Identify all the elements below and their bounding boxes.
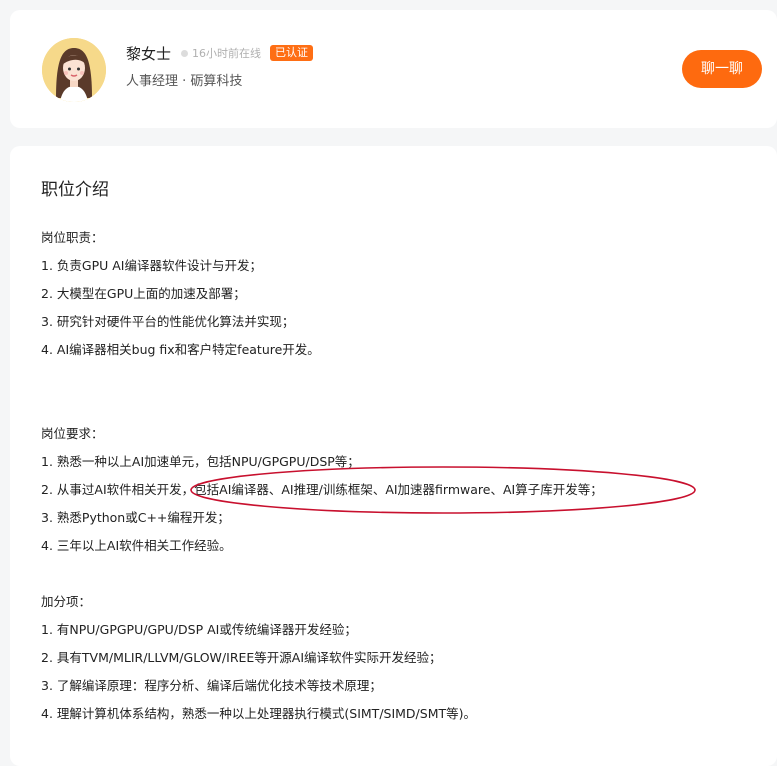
- job-description-card: 职位介绍 岗位职责： 1. 负责GPU AI编译器软件设计与开发； 2. 大模型在G…: [10, 146, 777, 766]
- description-line: 2. 从事过AI软件相关开发，包括AI编译器、AI推理/训练框架、AI加速器fi…: [41, 482, 603, 497]
- description-line: 岗位职责：: [41, 230, 104, 245]
- description-line: 4. AI编译器相关bug fix和客户特定feature开发。: [41, 342, 320, 357]
- description-line: 3. 研究针对硬件平台的性能优化算法并实现；: [41, 314, 295, 329]
- description-line: 1. 熟悉一种以上AI加速单元，包括NPU/GPGPU/DSP等；: [41, 454, 360, 469]
- description-line: 4. 三年以上AI软件相关工作经验。: [41, 538, 232, 553]
- job-description-lines: 岗位职责： 1. 负责GPU AI编译器软件设计与开发； 2. 大模型在GPU上面的…: [41, 224, 603, 728]
- online-status-text: 16小时前在线: [192, 47, 262, 60]
- recruiter-title-company: 人事经理 · 砺算科技: [126, 74, 243, 89]
- description-line: 加分项：: [41, 594, 92, 609]
- recruiter-name-row: 黎女士 16小时前在线 已认证: [126, 43, 314, 63]
- recruiter-name: 黎女士: [126, 44, 172, 63]
- description-line: 2. 具有TVM/MLIR/LLVM/GLOW/IREE等开源AI编译软件实际开…: [41, 650, 442, 665]
- description-line: 2. 大模型在GPU上面的加速及部署；: [41, 286, 246, 301]
- avatar-illustration: [42, 38, 106, 102]
- verified-badge: 已认证: [270, 45, 314, 61]
- description-line: 4. 理解计算机体系结构，熟悉一种以上处理器执行模式(SIMT/SIMD/SMT…: [41, 706, 477, 721]
- description-line: 3. 了解编译原理：程序分析、编译后端优化技术等技术原理；: [41, 678, 382, 693]
- blank-line: [41, 560, 603, 588]
- description-line: 1. 有NPU/GPGPU/GPU/DSP AI或传统编译器开发经验；: [41, 622, 357, 637]
- description-line: 1. 负责GPU AI编译器软件设计与开发；: [41, 258, 262, 273]
- blank-line: [41, 392, 603, 420]
- recruiter-avatar[interactable]: [42, 38, 106, 102]
- blank-line: [41, 364, 603, 392]
- section-title: 职位介绍: [41, 180, 109, 200]
- online-status-dot-icon: [181, 49, 189, 57]
- description-line: 岗位要求：: [41, 426, 104, 441]
- description-line: 3. 熟悉Python或C++编程开发；: [41, 510, 230, 525]
- recruiter-card: 黎女士 16小时前在线 已认证 人事经理 · 砺算科技 聊一聊: [10, 10, 777, 128]
- chat-button[interactable]: 聊一聊: [682, 50, 762, 88]
